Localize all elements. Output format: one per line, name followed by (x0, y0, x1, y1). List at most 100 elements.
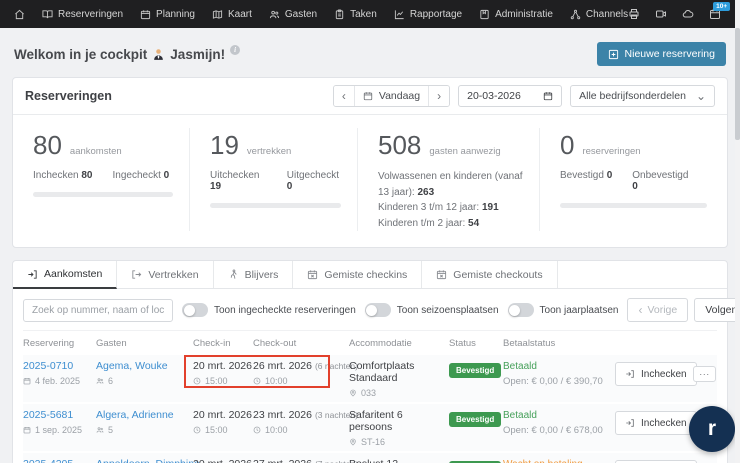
users-icon (269, 9, 280, 20)
more-options-button[interactable]: ··· (693, 366, 716, 382)
tab-blijvers[interactable]: Blijvers (214, 261, 294, 288)
guest-cell: Agema, Wouke 6 (96, 360, 193, 398)
checkin-cell: 20 mrt. 2026 15:00 (193, 409, 253, 447)
checkout-icon (131, 269, 142, 280)
chevron-left-icon: ‹ (342, 90, 346, 102)
status-cell: Bevestigd (449, 360, 503, 398)
business-unit-select[interactable]: Alle bedrijfsonderdelen ⌄ (570, 85, 715, 107)
toggle-annual[interactable]: Toon jaarplaatsen (508, 303, 619, 317)
open-amount: Open: € 0,00 / € 678,00 (503, 425, 609, 436)
table-body: 2025-0710 4 feb. 2025 Agema, Wouke 6 20 … (13, 355, 727, 463)
reservation-cell: 2025-4205 29 jun. 2025 (23, 458, 96, 463)
stat-reservations: 0reserveringen Bevestigd 0 Onbevestigd 0 (539, 128, 727, 231)
toggle-switch[interactable] (365, 303, 391, 317)
guest-name-link[interactable]: Agema, Wouke (96, 360, 168, 372)
paystatus-cell: Betaald Open: € 0,00 / € 390,70 (503, 360, 615, 398)
guest-cell: Appeldoorn, Dimphina 5 (96, 458, 193, 463)
tab-gemiste-checkins[interactable]: Gemiste checkins (293, 261, 422, 288)
nav-item-taken[interactable]: Taken (334, 9, 377, 20)
checkin-time: 15:00 (193, 376, 247, 386)
paystatus-cell: Wacht op betaling Open: € 1.267,00 / € 1… (503, 458, 615, 463)
reservation-number-link[interactable]: 2025-5681 (23, 409, 73, 421)
guest-cell: Algera, Adrienne 5 (96, 409, 193, 447)
created-date: 4 feb. 2025 (23, 376, 90, 386)
checkin-icon (625, 369, 635, 379)
calendar-icon (543, 91, 553, 101)
paystatus-text: Betaald (503, 410, 537, 421)
action-cell: Inchecken (615, 409, 693, 447)
search-input[interactable] (23, 299, 173, 322)
walking-person-icon (228, 269, 239, 280)
calendar-notifications-icon[interactable]: 10+ (709, 8, 721, 20)
plus-square-icon (608, 49, 619, 60)
date-input[interactable] (458, 85, 562, 107)
nav-left: Reserveringen Planning Kaart Gasten Take… (14, 9, 628, 20)
action-cell: Inchecken (615, 360, 693, 398)
guest-name-link[interactable]: Algera, Adrienne (96, 409, 174, 421)
nav-item-channels[interactable]: Channels (570, 9, 628, 20)
checkout-time: 10:00 (253, 425, 343, 435)
checkin-button[interactable]: Inchecken (615, 362, 697, 386)
tab-gemiste-checkouts[interactable]: Gemiste checkouts (422, 261, 557, 288)
toggle-switch[interactable] (182, 303, 208, 317)
nav-right: 10+ ⋮ (628, 5, 740, 24)
clock-icon (253, 426, 261, 434)
chevron-right-icon: › (437, 90, 441, 102)
chat-widget-button[interactable]: r (689, 406, 735, 452)
nav-item-reserveringen[interactable]: Reserveringen (42, 9, 123, 20)
toggle-switch[interactable] (508, 303, 534, 317)
tab-aankomsten[interactable]: Aankomsten (13, 261, 117, 289)
cloud-icon[interactable] (682, 8, 694, 20)
calendar-icon (363, 91, 373, 101)
users-icon (96, 426, 104, 434)
reservation-number-link[interactable]: 2025-4205 (23, 458, 73, 463)
nav-item-rapportage[interactable]: Rapportage (394, 9, 462, 20)
checkin-button[interactable]: Inchecken (615, 411, 697, 435)
home-icon[interactable] (14, 9, 25, 20)
book-icon (42, 9, 53, 20)
person-tuxedo-emoji (152, 48, 165, 61)
status-cell: Bevestigd (449, 458, 503, 463)
toggle-seasonal[interactable]: Toon seizoensplaatsen (365, 303, 499, 317)
nav-item-planning[interactable]: Planning (140, 9, 195, 20)
calendar-x-icon (436, 269, 447, 280)
pagination: ‹Vorige Volgende› (627, 298, 740, 322)
video-icon[interactable] (655, 8, 667, 20)
status-cell: Bevestigd (449, 409, 503, 447)
print-icon[interactable] (628, 8, 640, 20)
more-cell: ··· (693, 360, 719, 398)
scrollbar-thumb[interactable] (735, 28, 740, 140)
scrollbar-track[interactable] (735, 0, 740, 463)
tab-vertrekken[interactable]: Vertrekken (117, 261, 213, 288)
checkin-time: 15:00 (193, 425, 247, 435)
checkin-icon (625, 418, 635, 428)
status-badge: Bevestigd (449, 412, 501, 427)
checkin-cell: 20 mrt. 2026 15:00 (193, 360, 253, 398)
checkout-cell: 26 mrt. 2026(6 nachten) 10:00 (253, 360, 349, 398)
paystatus-text: Betaald (503, 361, 537, 372)
chevron-down-icon: ⌄ (696, 90, 706, 102)
toggle-checked-in[interactable]: Toon ingecheckte reserveringen (182, 303, 356, 317)
reservation-number-link[interactable]: 2025-0710 (23, 360, 73, 372)
info-icon[interactable]: i (230, 45, 240, 55)
chevron-left-icon: ‹ (638, 304, 642, 316)
today-button[interactable]: Vandaag (354, 86, 428, 106)
journal-icon (479, 9, 490, 20)
previous-page-button[interactable]: ‹Vorige (627, 298, 688, 322)
checkout-cell: 27 mrt. 2026(7 nachten) 10:00 (253, 458, 349, 463)
new-reservation-button[interactable]: Nieuwe reservering (597, 42, 726, 66)
nav-item-administratie[interactable]: Administratie (479, 9, 553, 20)
clock-icon (193, 426, 201, 434)
guest-name-link[interactable]: Appeldoorn, Dimphina (96, 458, 200, 463)
location: 033 (349, 388, 443, 398)
nav-item-kaart[interactable]: Kaart (212, 9, 252, 20)
top-navbar: Reserveringen Planning Kaart Gasten Take… (0, 0, 740, 28)
next-page-button[interactable]: Volgende› (694, 298, 740, 322)
users-icon (96, 377, 104, 385)
reservations-list-card: Aankomsten Vertrekken Blijvers Gemiste c… (12, 260, 728, 463)
date-next-button[interactable]: › (428, 86, 449, 106)
date-prev-button[interactable]: ‹ (334, 86, 354, 106)
nav-item-gasten[interactable]: Gasten (269, 9, 317, 20)
progress-bar (33, 192, 173, 197)
date-value[interactable] (467, 90, 533, 102)
